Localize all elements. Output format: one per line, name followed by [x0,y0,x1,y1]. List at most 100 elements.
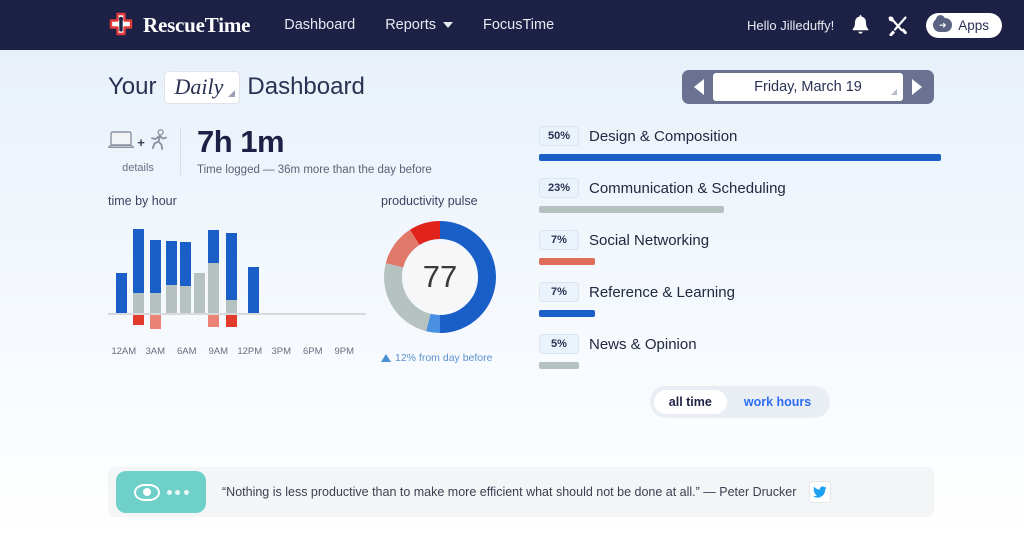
axis-tick-label: 3AM [145,345,166,357]
eye-icon [133,483,160,501]
apps-button[interactable]: ➜ Apps [926,12,1002,38]
time-scope-toggle-wrap: all time work hours [539,386,941,418]
bell-icon[interactable] [851,14,870,36]
laptop-icon [108,130,135,155]
nav-right-cluster: Hello Jilleduffy! ➜ Apps [747,12,1002,38]
category-bar-track [539,310,941,317]
apps-button-label: Apps [958,17,989,33]
category-name: Reference & Learning [589,283,735,301]
chevron-right-icon [912,79,922,95]
productivity-pulse-chart: productivity pulse 77 12% from day befor… [373,194,523,364]
productivity-score: 77 [405,241,475,312]
bar-segment-productive [150,239,161,293]
brand-name: RescueTime [143,12,251,37]
nav-link-focustime-label: FocusTime [482,17,555,33]
time-by-hour-title: time by hour [108,193,177,208]
category-row[interactable]: 5% News & Opinion [539,334,941,369]
category-percent-badge: 5% [539,334,579,354]
category-row[interactable]: 7% Reference & Learning [539,282,941,317]
bar-segment-productive [133,228,144,293]
bar-segment-neutral [208,262,219,313]
category-row[interactable]: 7% Social Networking [539,230,941,265]
bar-segment-neutral [194,272,205,313]
axis-tick-label: 9PM [334,345,355,357]
quote-bar: “Nothing is less productive than to make… [108,467,934,517]
category-header: 50% Design & Composition [539,126,941,146]
range-select-daily[interactable]: Daily [163,70,241,104]
category-header: 23% Communication & Scheduling [539,178,941,198]
category-bar-fill [539,362,579,369]
ellipsis-icon [166,489,189,495]
previous-day-button[interactable] [685,73,713,101]
bar-segment-productive [248,266,259,313]
nav-link-reports[interactable]: Reports [385,17,453,33]
category-percent-badge: 50% [539,126,579,146]
chevron-left-icon [694,79,704,95]
dashboard-main: + details 7h 1m Time logged — 36m more t… [0,104,1024,418]
chart-baseline [108,312,366,315]
bar-segment-neutral [226,299,237,313]
next-day-button[interactable] [903,73,931,101]
bar-segment-distracting [133,314,144,325]
brand-logo[interactable]: RescueTime [108,12,250,38]
productivity-donut[interactable]: 77 [381,218,499,336]
category-name: News & Opinion [589,335,697,353]
quote-text: “Nothing is less productive than to make… [222,485,797,499]
category-percent-badge: 7% [539,282,579,302]
bar-segment-neutral [166,284,177,313]
left-column: + details 7h 1m Time logged — 36m more t… [108,125,523,418]
date-display[interactable]: Friday, March 19 [713,73,903,101]
category-bar-track [539,206,941,213]
time-by-hour-axis-labels: 12AM 3AM 6AM 9AM 12PM 3PM 6PM 9PM [108,346,366,357]
category-bar-fill [539,258,595,265]
time-logged-summary: + details 7h 1m Time logged — 36m more t… [108,125,523,176]
axis-tick-label: 12AM [111,345,137,357]
bar-segment-very-distracting [150,314,161,329]
details-link[interactable]: + details [108,127,180,174]
time-logged-block: 7h 1m Time logged — 36m more than the da… [197,125,432,176]
category-bar-track [539,258,941,265]
toggle-option-all-time[interactable]: all time [653,390,727,414]
bar-segment-very-distracting [208,314,219,327]
bar-segment-neutral [180,285,191,313]
quote-badge[interactable] [116,471,206,513]
axis-tick-label: 12PM [237,345,263,357]
category-name: Design & Composition [589,127,738,145]
category-bar-track [539,154,941,161]
axis-tick-label: 3PM [271,345,292,357]
category-header: 5% News & Opinion [539,334,941,354]
vertical-divider [180,126,181,175]
category-bar-fill [539,310,595,317]
nav-link-dashboard[interactable]: Dashboard [284,17,355,33]
charts-row: time by hour 12AM 3AM 6AM 9AM 12PM 3PM 6PM 9PM … [108,194,523,364]
nav-link-focustime[interactable]: FocusTime [483,17,554,33]
axis-tick-label: 6AM [176,345,197,357]
category-percent-badge: 7% [539,230,579,250]
category-percent-badge: 23% [539,178,579,198]
details-icons: + [108,127,168,157]
bar-segment-productive [226,232,237,300]
bar-segment-productive [180,241,191,286]
twitter-share-button[interactable] [809,481,832,503]
time-by-hour-bars[interactable] [108,218,366,333]
plus-sign: + [137,134,145,150]
category-row[interactable]: 50% Design & Composition [539,126,941,161]
tools-icon[interactable] [887,14,909,36]
productivity-pulse-title: productivity pulse [381,193,478,208]
category-bar-fill [539,154,941,161]
category-bar-fill [539,206,724,213]
time-by-hour-chart: time by hour 12AM 3AM 6AM 9AM 12PM 3PM 6PM 9PM [108,194,373,364]
donut-segment [426,313,441,333]
bar-segment-distracting [226,314,237,327]
nav-link-reports-label: Reports [385,17,436,33]
productivity-delta-label: 12% from day before [395,351,493,364]
date-navigator: Friday, March 19 [682,70,934,104]
rescuetime-cross-icon [108,12,134,38]
category-row[interactable]: 23% Communication & Scheduling [539,178,941,213]
total-time-subtitle: Time logged — 36m more than the day befo… [197,163,432,176]
page-title-prefix: Your [108,73,157,100]
toggle-option-work-hours[interactable]: work hours [729,390,826,414]
page-header-row: Your Daily Dashboard Friday, March 19 [0,50,1024,104]
runner-icon [148,129,168,155]
category-name: Social Networking [589,231,710,249]
